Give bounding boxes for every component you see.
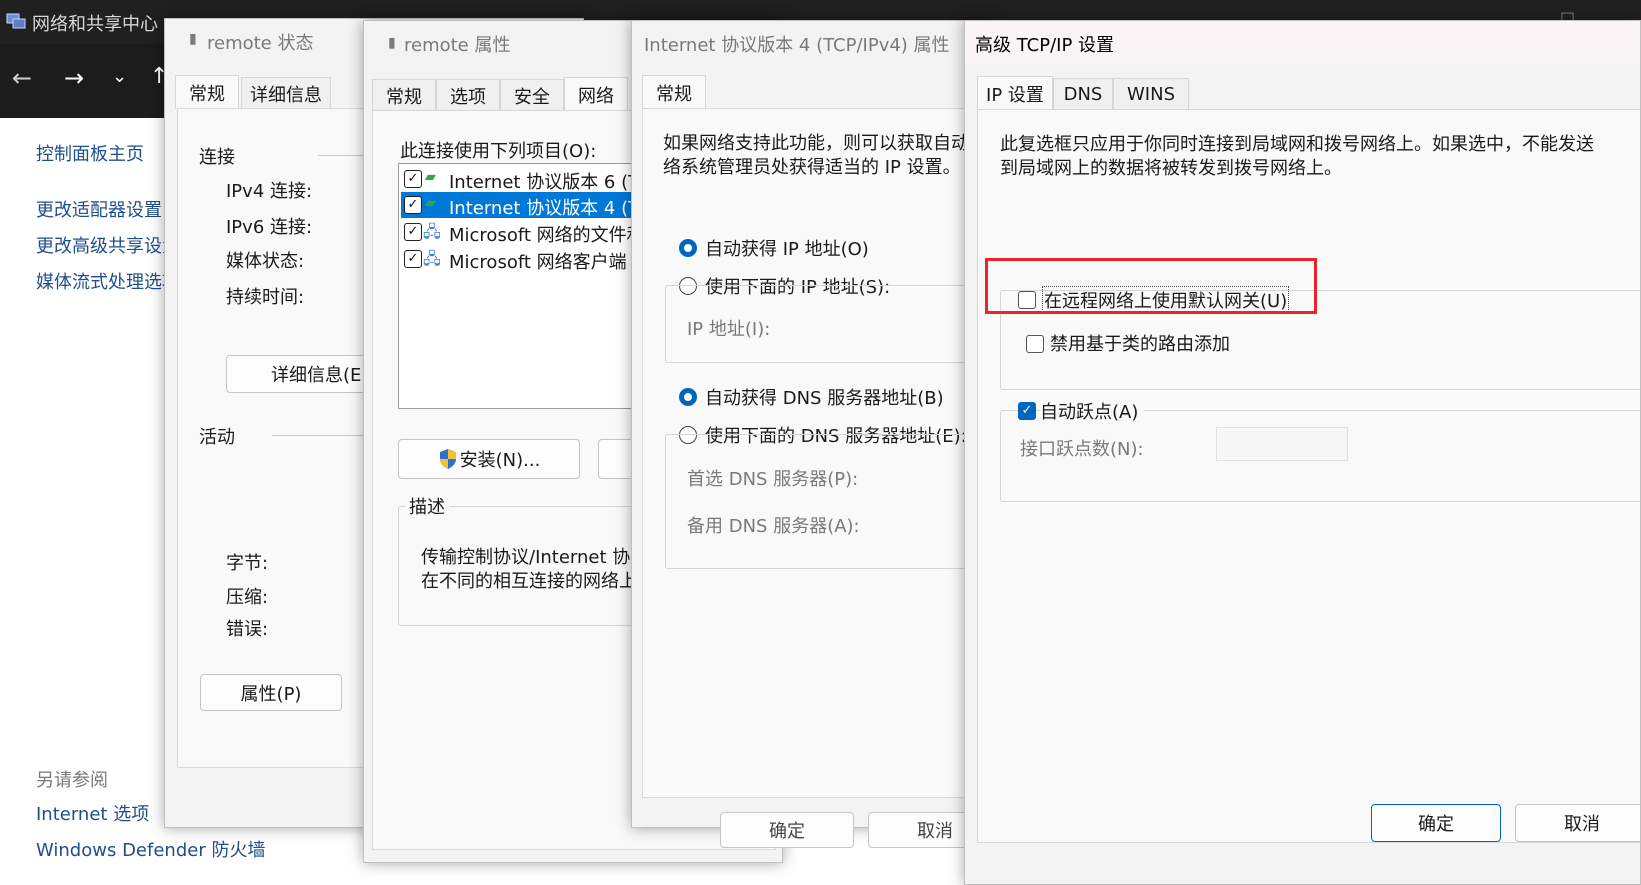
compression-label: 压缩: bbox=[226, 587, 269, 608]
ip-settings-pane: 此复选框只应用于你同时连接到局域网和拨号网络上。如果选中，不能发送 到局域网上的… bbox=[977, 109, 1640, 843]
install-button[interactable]: 安装(N)... bbox=[398, 439, 580, 479]
tab-options[interactable]: 选项 bbox=[436, 79, 500, 111]
tab-general[interactable]: 常规 bbox=[642, 75, 706, 109]
sidebar-item-control-panel-home[interactable]: 控制面板主页 bbox=[36, 140, 144, 166]
intro-line-1: 如果网络支持此功能，则可以获取自动指派的 IP 设置。否则，你需要从网 bbox=[663, 133, 991, 154]
ipv4-dialog-titlebar: Internet 协议版本 4 (TCP/IPv4) 属性 bbox=[632, 21, 990, 65]
sidebar-item-advanced-sharing[interactable]: 更改高级共享设置 bbox=[36, 232, 180, 258]
ipv4-dialog-title: Internet 协议版本 4 (TCP/IPv4) 属性 bbox=[644, 35, 950, 56]
info-line-2: 到局域网上的数据将被转发到拨号网络上。 bbox=[1000, 158, 1342, 179]
auto-dns-radio[interactable] bbox=[679, 388, 697, 406]
auto-dns-label[interactable]: 自动获得 DNS 服务器地址(B) bbox=[705, 384, 944, 410]
defender-firewall-link[interactable]: Windows Defender 防火墙 bbox=[36, 836, 265, 862]
properties-button[interactable]: 属性(P) bbox=[200, 674, 342, 711]
properties-dialog-title: remote 属性 bbox=[404, 35, 511, 56]
info-line-1: 此复选框只应用于你同时连接到局域网和拨号网络上。如果选中，不能发送 bbox=[1000, 134, 1594, 155]
auto-metric-label[interactable]: 自动跃点(A) bbox=[1040, 398, 1145, 424]
item-checkbox[interactable]: ✓ bbox=[404, 250, 422, 268]
forward-arrow-icon[interactable]: → bbox=[64, 64, 84, 92]
network-computers-icon: 🖧 bbox=[423, 249, 441, 268]
ipv4-general-pane: 如果网络支持此功能，则可以获取自动指派的 IP 设置。否则，你需要从网 络系统管… bbox=[642, 108, 991, 798]
disable-class-routes-label[interactable]: 禁用基于类的路由添加 bbox=[1050, 330, 1230, 356]
item-checkbox[interactable]: ✓ bbox=[404, 223, 422, 241]
ip-address-label: IP 地址(I): bbox=[687, 319, 771, 340]
connection-heading: 连接 bbox=[199, 147, 235, 168]
item-checkbox[interactable]: ✓ bbox=[404, 196, 422, 214]
see-also-heading: 另请参阅 bbox=[36, 770, 108, 791]
history-dropdown-icon[interactable]: ⌄ bbox=[112, 66, 127, 87]
interface-metric-label: 接口跃点数(N): bbox=[1020, 439, 1144, 460]
tab-ip-settings[interactable]: IP 设置 bbox=[977, 76, 1053, 110]
bytes-label: 字节: bbox=[226, 553, 269, 574]
item-label: Microsoft 网络客户端 bbox=[449, 252, 627, 273]
connection-icon: ▮ bbox=[189, 31, 197, 47]
duration-label: 持续时间: bbox=[226, 287, 305, 308]
network-computers-icon: 🖧 bbox=[423, 222, 441, 241]
status-dialog-title: remote 状态 bbox=[207, 33, 314, 54]
ipv6-connectivity-label: IPv6 连接: bbox=[226, 217, 313, 238]
activity-heading: 活动 bbox=[199, 427, 235, 448]
advanced-dialog-title: 高级 TCP/IP 设置 bbox=[975, 35, 1115, 56]
explorer-title: 网络和共享中心 bbox=[32, 14, 158, 35]
ipv4-connectivity-label: IPv4 连接: bbox=[226, 181, 313, 202]
properties-ok-button[interactable]: 确定 bbox=[720, 812, 854, 848]
back-arrow-icon[interactable]: ← bbox=[12, 64, 32, 92]
advanced-ok-button[interactable]: 确定 bbox=[1371, 804, 1501, 842]
intro-line-2: 络系统管理员处获得适当的 IP 设置。 bbox=[663, 157, 961, 178]
alternate-dns-label: 备用 DNS 服务器(A): bbox=[687, 516, 860, 537]
tab-general[interactable]: 常规 bbox=[372, 79, 436, 111]
interface-metric-input[interactable] bbox=[1216, 427, 1348, 461]
auto-ip-radio[interactable] bbox=[679, 239, 697, 257]
network-protocol-icon: ▰ bbox=[425, 195, 436, 211]
errors-label: 错误: bbox=[226, 619, 269, 640]
sidebar-item-media-streaming[interactable]: 媒体流式处理选项 bbox=[36, 268, 180, 294]
tab-dns[interactable]: DNS bbox=[1053, 78, 1113, 110]
preferred-dns-label: 首选 DNS 服务器(P): bbox=[687, 469, 859, 490]
item-checkbox[interactable]: ✓ bbox=[404, 170, 422, 188]
sidebar-item-adapter-settings[interactable]: 更改适配器设置 bbox=[36, 196, 162, 222]
network-protocol-icon: ▰ bbox=[425, 169, 436, 185]
highlight-box bbox=[985, 258, 1317, 314]
advanced-dialog-titlebar: 高级 TCP/IP 设置 bbox=[965, 21, 1640, 65]
tab-security[interactable]: 安全 bbox=[500, 79, 564, 111]
tab-details[interactable]: 详细信息 bbox=[241, 77, 331, 109]
advanced-cancel-button[interactable]: 取消 bbox=[1515, 804, 1640, 842]
network-center-icon bbox=[6, 13, 26, 29]
internet-options-link[interactable]: Internet 选项 bbox=[36, 800, 149, 826]
items-label: 此连接使用下列项目(O): bbox=[400, 141, 597, 162]
disable-class-routes-checkbox[interactable] bbox=[1026, 335, 1044, 353]
auto-ip-label[interactable]: 自动获得 IP 地址(O) bbox=[705, 235, 869, 261]
auto-metric-checkbox[interactable]: ✓ bbox=[1018, 402, 1036, 420]
uac-shield-icon bbox=[439, 449, 456, 469]
tab-wins[interactable]: WINS bbox=[1113, 78, 1189, 110]
ipv4-properties-dialog: Internet 协议版本 4 (TCP/IPv4) 属性 常规 如果网络支持此… bbox=[631, 20, 991, 828]
description-heading: 描述 bbox=[405, 493, 449, 519]
tab-general[interactable]: 常规 bbox=[175, 75, 239, 109]
media-state-label: 媒体状态: bbox=[226, 251, 305, 272]
connection-icon: ▮ bbox=[388, 35, 396, 51]
manual-dns-group bbox=[665, 434, 990, 569]
tab-networking[interactable]: 网络 bbox=[564, 77, 628, 111]
advanced-tcpip-dialog: 高级 TCP/IP 设置 IP 设置 DNS WINS 此复选框只应用于你同时连… bbox=[964, 20, 1641, 885]
